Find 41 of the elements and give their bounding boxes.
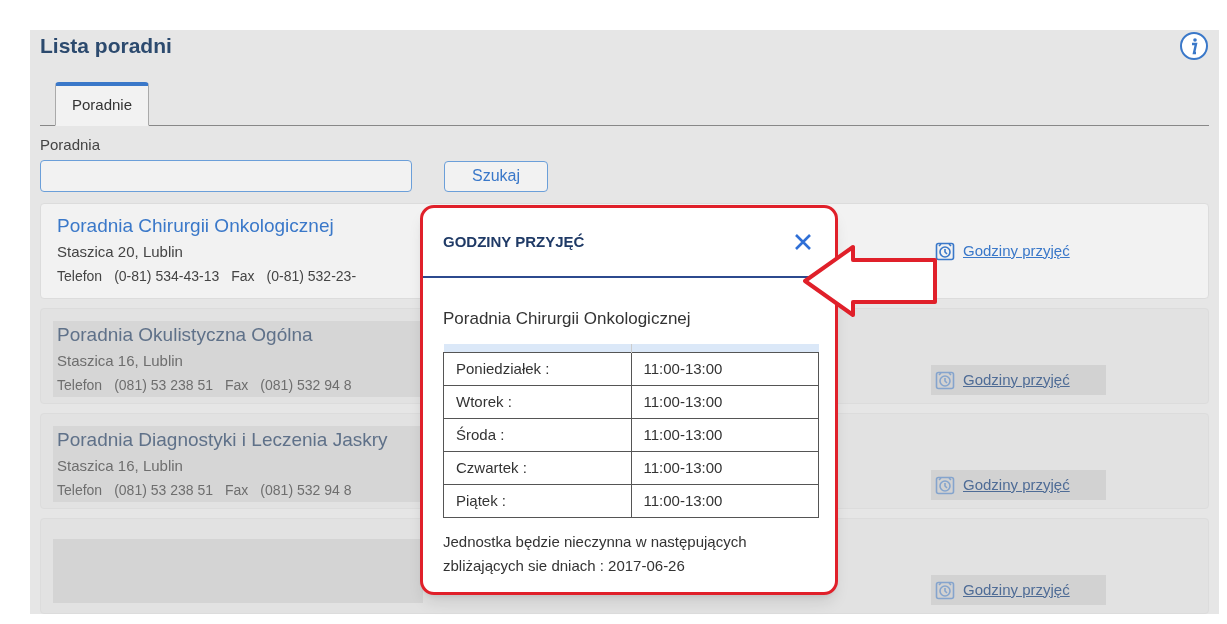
hours-cell: 11:00-13:00 <box>631 418 819 452</box>
hours-cell: 11:00-13:00 <box>631 484 819 518</box>
close-icon <box>794 233 812 251</box>
fax-label: Fax <box>225 481 249 500</box>
clinic-address: Staszica 20, Lublin <box>57 242 183 262</box>
field-label: Poradnia <box>40 134 102 155</box>
clinic-address: Staszica 16, Lublin <box>57 456 183 476</box>
fax-number: (081) 532 94 8 <box>260 376 352 395</box>
fax-number: (081) 532 94 8 <box>260 481 352 500</box>
hours-cell: 11:00-13:00 <box>631 352 819 386</box>
day-cell: Wtorek : <box>443 385 631 419</box>
tab[interactable]: Poradnie <box>55 81 150 126</box>
hours-cell: 11:00-13:00 <box>631 385 819 419</box>
phone-number: (0-81) 534-43-13 <box>114 267 220 286</box>
day-cell: Poniedziałek : <box>443 352 631 386</box>
clinic-address: Staszica 16, Lublin <box>57 351 183 371</box>
alarm-clock-icon <box>935 369 955 390</box>
alarm-clock-icon <box>935 579 955 600</box>
search-button[interactable]: Szukaj <box>444 160 548 192</box>
day-cell: Piątek : <box>443 484 631 518</box>
hours-cell: 11:00-13:00 <box>631 451 819 485</box>
day-cell: Czwartek : <box>443 451 631 485</box>
hours-link[interactable]: Godziny przyjęć <box>931 235 1074 267</box>
search-field[interactable] <box>40 160 412 192</box>
phone-label: Telefon <box>57 481 103 500</box>
page-title: Lista poradni <box>40 33 172 59</box>
fax-label: Fax <box>225 376 249 395</box>
closure-note: Jednostka będzie nieczynna w następujących zbliżających sie dniach : 2017-06-26 <box>443 532 748 576</box>
phone-label: Telefon <box>57 376 103 395</box>
phone-number: (081) 53 238 51 <box>114 376 213 395</box>
phone-label: Telefon <box>57 267 103 286</box>
phone-number: (081) 53 238 51 <box>114 481 213 500</box>
clinic-name-link[interactable]: Poradnia Chirurgii Onkologicznej <box>57 212 334 240</box>
alarm-clock-icon <box>935 474 955 495</box>
info-icon[interactable] <box>1179 30 1209 61</box>
modal-title: GODZINY PRZYJĘĆ <box>443 231 585 252</box>
alarm-clock-icon <box>935 241 955 261</box>
fax-number: (0-81) 532-23- <box>266 267 357 286</box>
day-cell: Środa : <box>443 418 631 452</box>
fax-label: Fax <box>231 267 255 286</box>
clinic-name: Poradnia Chirurgii Onkologicznej <box>443 308 692 330</box>
